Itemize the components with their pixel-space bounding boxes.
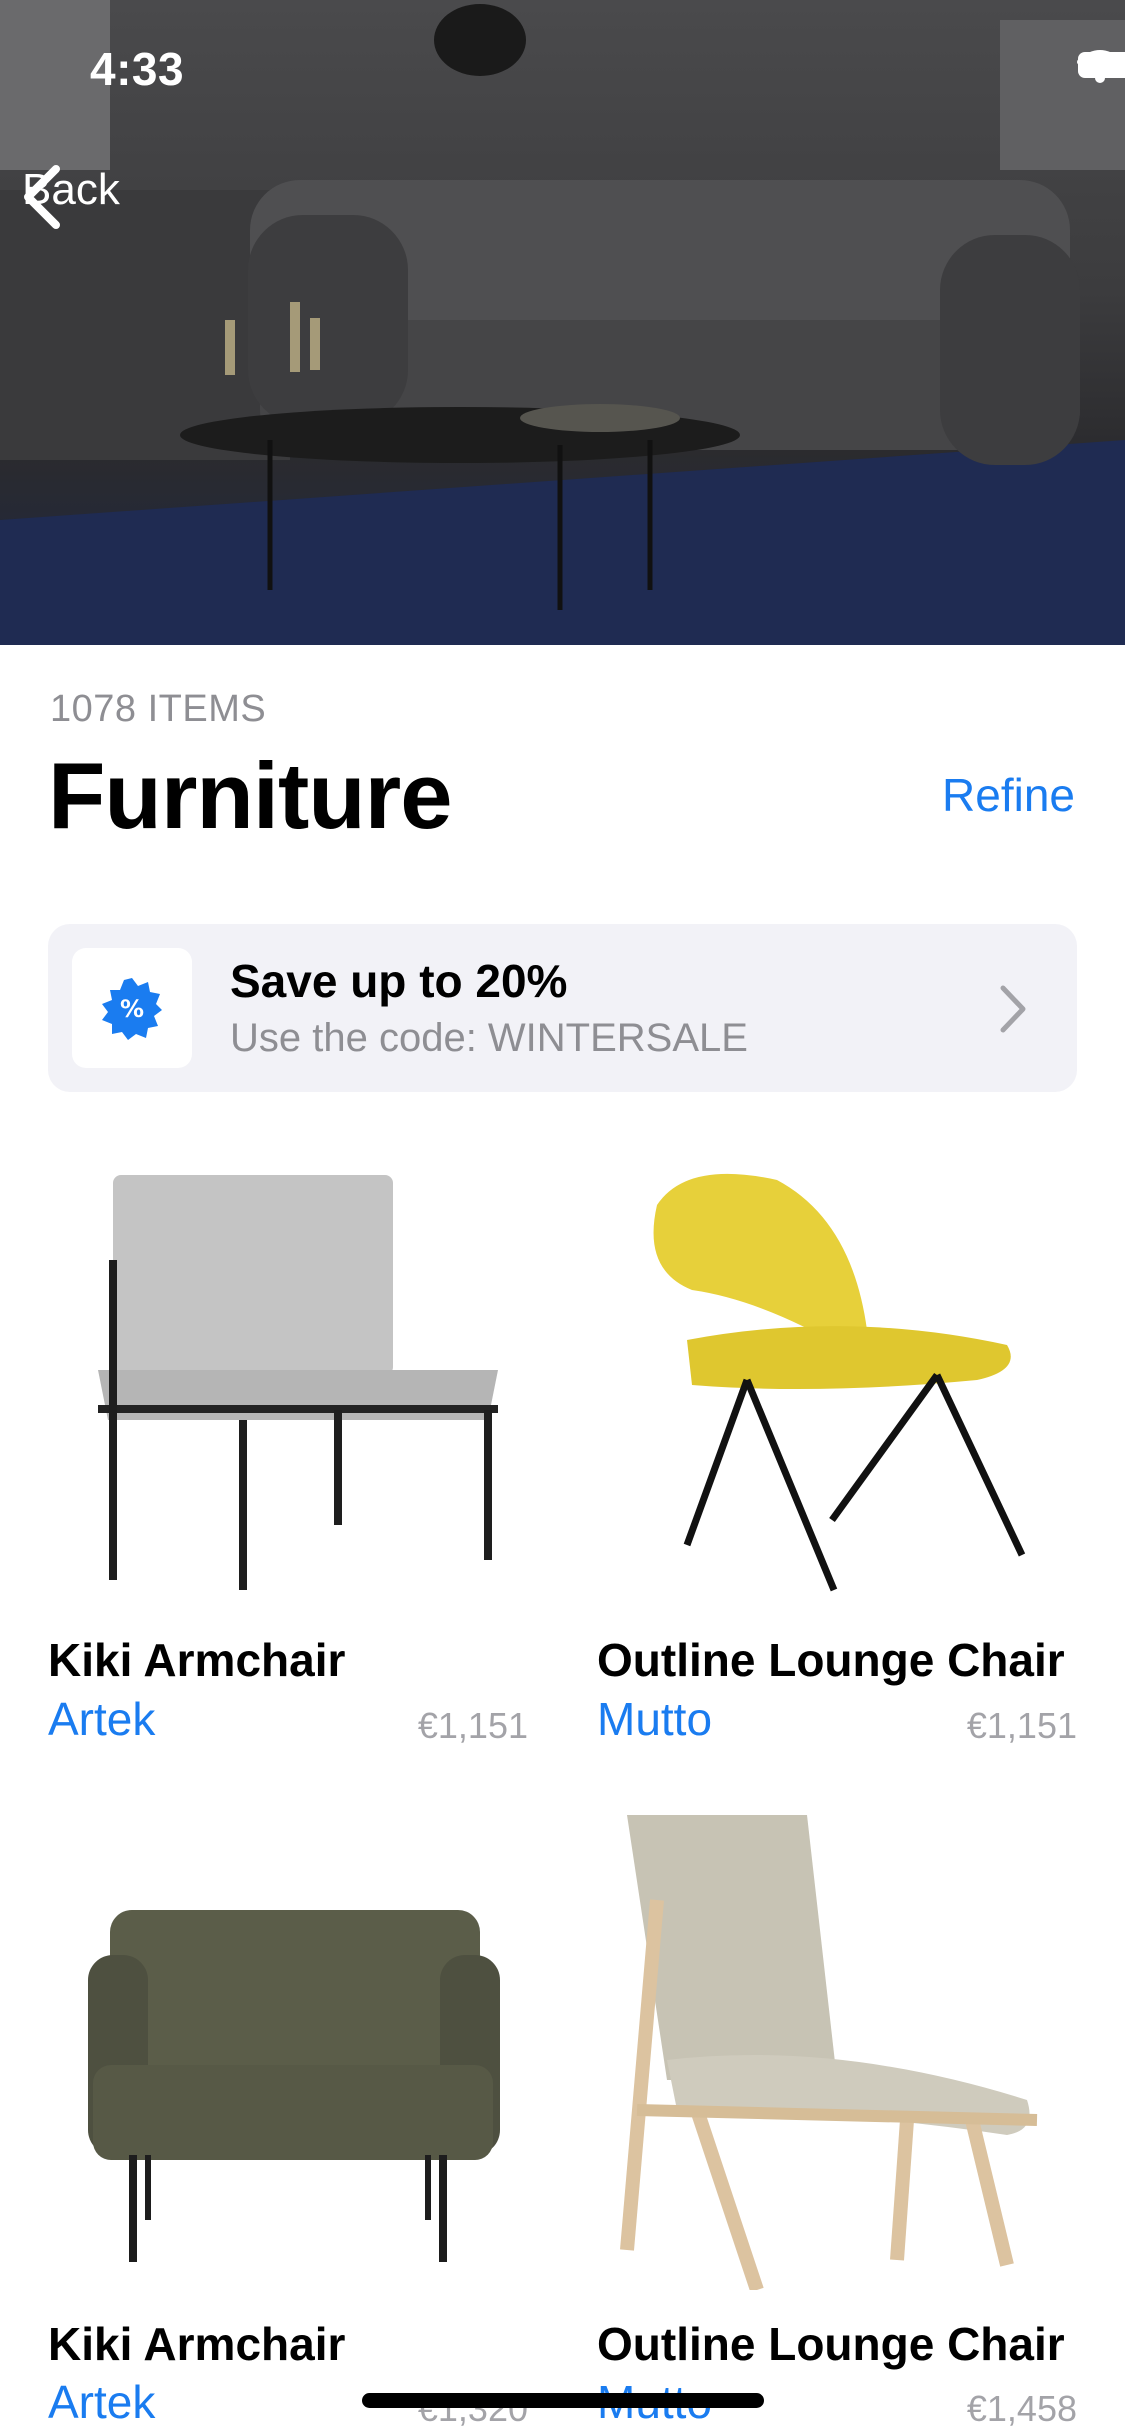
chevron-right-icon (1000, 985, 1026, 1033)
product-card[interactable]: Outline Lounge Chair Mutto €1,458 (597, 1810, 1077, 2429)
product-brand[interactable]: Artek (48, 1692, 155, 1746)
product-brand[interactable]: Mutto (597, 1692, 712, 1746)
svg-text:%: % (120, 995, 144, 1023)
product-card[interactable]: Kiki Armchair Artek €1,151 (48, 1160, 528, 1760)
status-time: 4:33 (90, 43, 185, 95)
promo-icon-container: % (72, 948, 192, 1068)
product-card[interactable]: Kiki Armchair Artek €1,320 (48, 1810, 528, 2429)
product-name: Kiki Armchair (48, 1634, 346, 1686)
percent-badge-icon: % (102, 978, 162, 1040)
product-name: Outline Lounge Chair (597, 1634, 1065, 1686)
product-image (653, 1173, 1026, 1592)
chevron-left-icon (24, 165, 60, 229)
product-price: €1,458 (966, 2388, 1077, 2429)
product-image (620, 1815, 1038, 2290)
home-indicator[interactable] (362, 2393, 764, 2408)
product-image (98, 1175, 498, 1590)
promo-banner[interactable]: % Save up to 20% Use the code: WINTERSAL… (48, 924, 1077, 1092)
hero-image: 4:33 Back (0, 0, 1125, 645)
page-title: Furniture (48, 743, 453, 848)
items-count: 1078 ITEMS (50, 688, 267, 730)
promo-subtitle: Use the code: WINTERSALE (230, 1016, 748, 1060)
promo-title: Save up to 20% (230, 955, 568, 1007)
product-image (88, 1910, 500, 2262)
product-card[interactable]: Outline Lounge Chair Mutto €1,151 (597, 1160, 1077, 1760)
product-name: Kiki Armchair (48, 2318, 346, 2370)
back-button[interactable]: Back (22, 165, 120, 229)
product-brand[interactable]: Artek (48, 2375, 155, 2429)
product-name: Outline Lounge Chair (597, 2318, 1065, 2370)
product-price: €1,151 (417, 1705, 528, 1746)
refine-button[interactable]: Refine (942, 768, 1075, 822)
product-price: €1,151 (966, 1705, 1077, 1746)
battery-icon (1078, 52, 1125, 78)
status-bar: 4:33 (0, 0, 1125, 132)
